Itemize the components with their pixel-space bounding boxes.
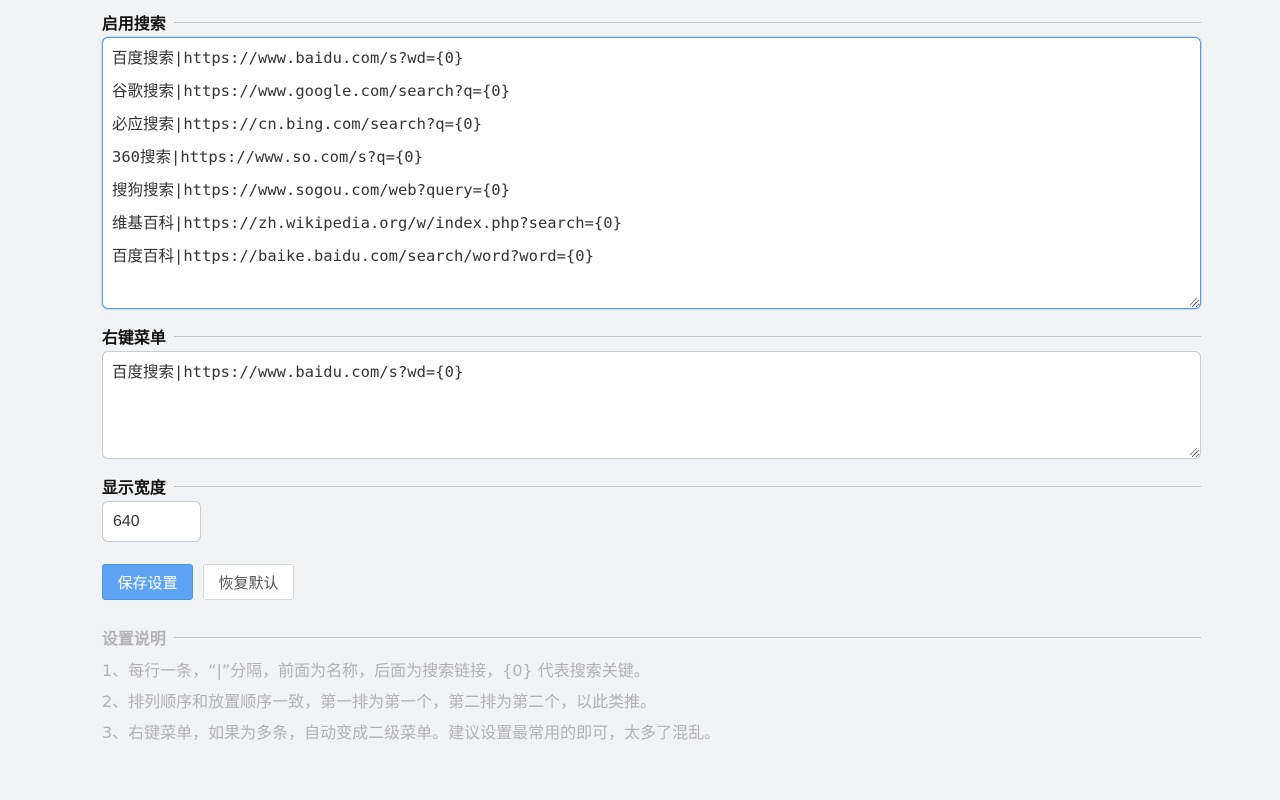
heading-divider: [174, 485, 1201, 487]
save-settings-button[interactable]: 保存设置: [102, 564, 193, 600]
enabled-search-heading: 启用搜索: [102, 12, 1201, 33]
search-engine-line: 百度百科|https://baike.baidu.com/search/word…: [112, 247, 594, 265]
help-heading: 设置说明: [102, 627, 1201, 648]
display-width-title: 显示宽度: [102, 478, 167, 497]
search-engine-line: 百度搜索|https://www.baidu.com/s?wd={0}: [112, 49, 464, 67]
context-menu-heading: 右键菜单: [102, 326, 1201, 347]
display-width-input[interactable]: [102, 501, 201, 542]
heading-divider: [174, 21, 1201, 23]
search-engine-line: 搜狗搜索|https://www.sogou.com/web?query={0}: [112, 181, 510, 199]
search-engine-line: 谷歌搜索|https://www.google.com/search?q={0}: [112, 82, 510, 100]
heading-divider: [174, 636, 1201, 638]
help-note: 3、右键菜单，如果为多条，自动变成二级菜单。建议设置最常用的即可，太多了混乱。: [102, 723, 721, 742]
context-menu-textarea[interactable]: 百度搜索|https://www.baidu.com/s?wd={0}: [102, 351, 1201, 459]
help-note: 1、每行一条，“|”分隔，前面为名称，后面为搜索链接，{0} 代表搜索关键。: [102, 661, 650, 680]
search-engine-line: 必应搜索|https://cn.bing.com/search?q={0}: [112, 115, 482, 133]
enabled-search-title: 启用搜索: [102, 14, 167, 33]
help-title: 设置说明: [102, 629, 167, 648]
context-menu-line: 百度搜索|https://www.baidu.com/s?wd={0}: [112, 363, 464, 381]
help-note: 2、排列顺序和放置顺序一致，第一排为第一个，第二排为第二个，以此类推。: [102, 692, 657, 711]
search-engine-line: 360搜索|https://www.so.com/s?q={0}: [112, 148, 423, 166]
restore-defaults-button[interactable]: 恢复默认: [203, 564, 294, 600]
resize-grip-icon[interactable]: [1189, 297, 1198, 306]
search-engine-line: 维基百科|https://zh.wikipedia.org/w/index.ph…: [112, 214, 622, 232]
context-menu-title: 右键菜单: [102, 328, 167, 347]
resize-grip-icon[interactable]: [1189, 447, 1198, 456]
display-width-heading: 显示宽度: [102, 476, 1201, 497]
heading-divider: [174, 335, 1201, 337]
enabled-search-textarea[interactable]: 百度搜索|https://www.baidu.com/s?wd={0} 谷歌搜索…: [102, 37, 1201, 309]
